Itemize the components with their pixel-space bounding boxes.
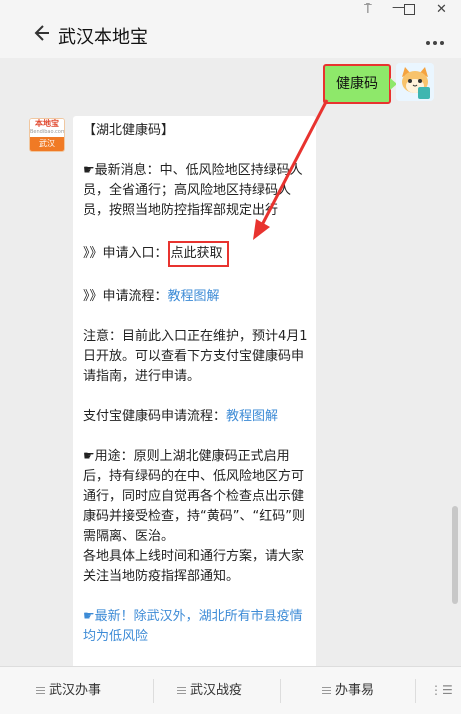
latest-news-link[interactable]: ☛最新！除武汉外，湖北所有市县疫情均为低风险	[83, 607, 311, 647]
maintenance-notice: 注意：目前此入口正在维护，预计4月1日开放。可以查看下方支付宝健康码申请指南，进…	[83, 329, 308, 384]
publisher-avatar[interactable]: 本地宝 Bendibao.com 武汉	[29, 118, 65, 152]
publisher-logo-city: 武汉	[30, 137, 64, 151]
menu-item-wuhan-services[interactable]: 武汉办事	[36, 667, 101, 714]
close-icon[interactable]: ✕	[436, 2, 447, 18]
keyboard-toggle-icon[interactable]: ⋮☰	[430, 683, 453, 697]
usage-text: ☛用途：原则上湖北健康码正式启用后，持有绿码的在中、低风险地区方可通行，同时应自…	[83, 449, 305, 544]
menu-item-wuhan-epidemic[interactable]: 武汉战疫	[177, 667, 242, 714]
publisher-logo-text: 本地宝 Bendibao.com	[30, 119, 65, 137]
maximize-icon[interactable]	[404, 4, 415, 15]
apply-entry-line: 》》申请入口： 点此获取	[83, 241, 311, 267]
menu-list-icon	[36, 687, 45, 694]
apply-entry-label: 》》申请入口：	[83, 246, 168, 261]
more-dots-icon[interactable]	[426, 30, 448, 45]
alipay-process-label: 支付宝健康码申请流程：	[83, 409, 227, 424]
apply-process-link[interactable]: 教程图解	[168, 289, 220, 304]
back-arrow-icon[interactable]	[34, 24, 50, 42]
menu-item-label: 武汉办事	[49, 683, 102, 698]
apply-process-label: 》》申请流程：	[83, 289, 168, 304]
title-bar: ⍑ — ✕ 武汉本地宝	[0, 0, 461, 58]
message-title: 【湖北健康码】	[83, 123, 175, 138]
bottom-menu-bar: 武汉办事 武汉战疫 办事易	[0, 666, 461, 714]
user-avatar[interactable]	[396, 63, 434, 101]
schedule-text: 各地具体上线时间和通行方案，请大家关注当地防疫指挥部通知。	[83, 549, 305, 584]
scrollbar-thumb[interactable]	[452, 506, 458, 604]
menu-list-icon	[322, 687, 331, 694]
menu-divider	[415, 679, 416, 703]
menu-list-icon	[177, 687, 186, 694]
page-title: 武汉本地宝	[58, 27, 148, 48]
apply-process-line: 》》申请流程：教程图解	[83, 287, 311, 307]
pin-icon[interactable]: ⍑	[364, 2, 372, 18]
menu-item-label: 办事易	[335, 683, 375, 698]
menu-item-label: 武汉战疫	[190, 683, 243, 698]
menu-item-easy-services[interactable]: 办事易	[322, 667, 374, 714]
incoming-message-card: 【湖北健康码】 ☛最新消息：中、低风险地区持绿码人员，全省通行；高风险地区持绿码…	[73, 116, 316, 676]
outgoing-message-bubble[interactable]: 健康码	[323, 64, 397, 104]
apply-entry-link[interactable]: 点此获取	[167, 241, 229, 267]
menu-divider	[280, 679, 281, 703]
alipay-process-line: 支付宝健康码申请流程：教程图解	[83, 407, 311, 427]
menu-divider	[153, 679, 154, 703]
alipay-process-link[interactable]: 教程图解	[226, 409, 278, 424]
message-news: ☛最新消息：中、低风险地区持绿码人员，全省通行；高风险地区持绿码人员，按照当地防…	[83, 163, 303, 218]
